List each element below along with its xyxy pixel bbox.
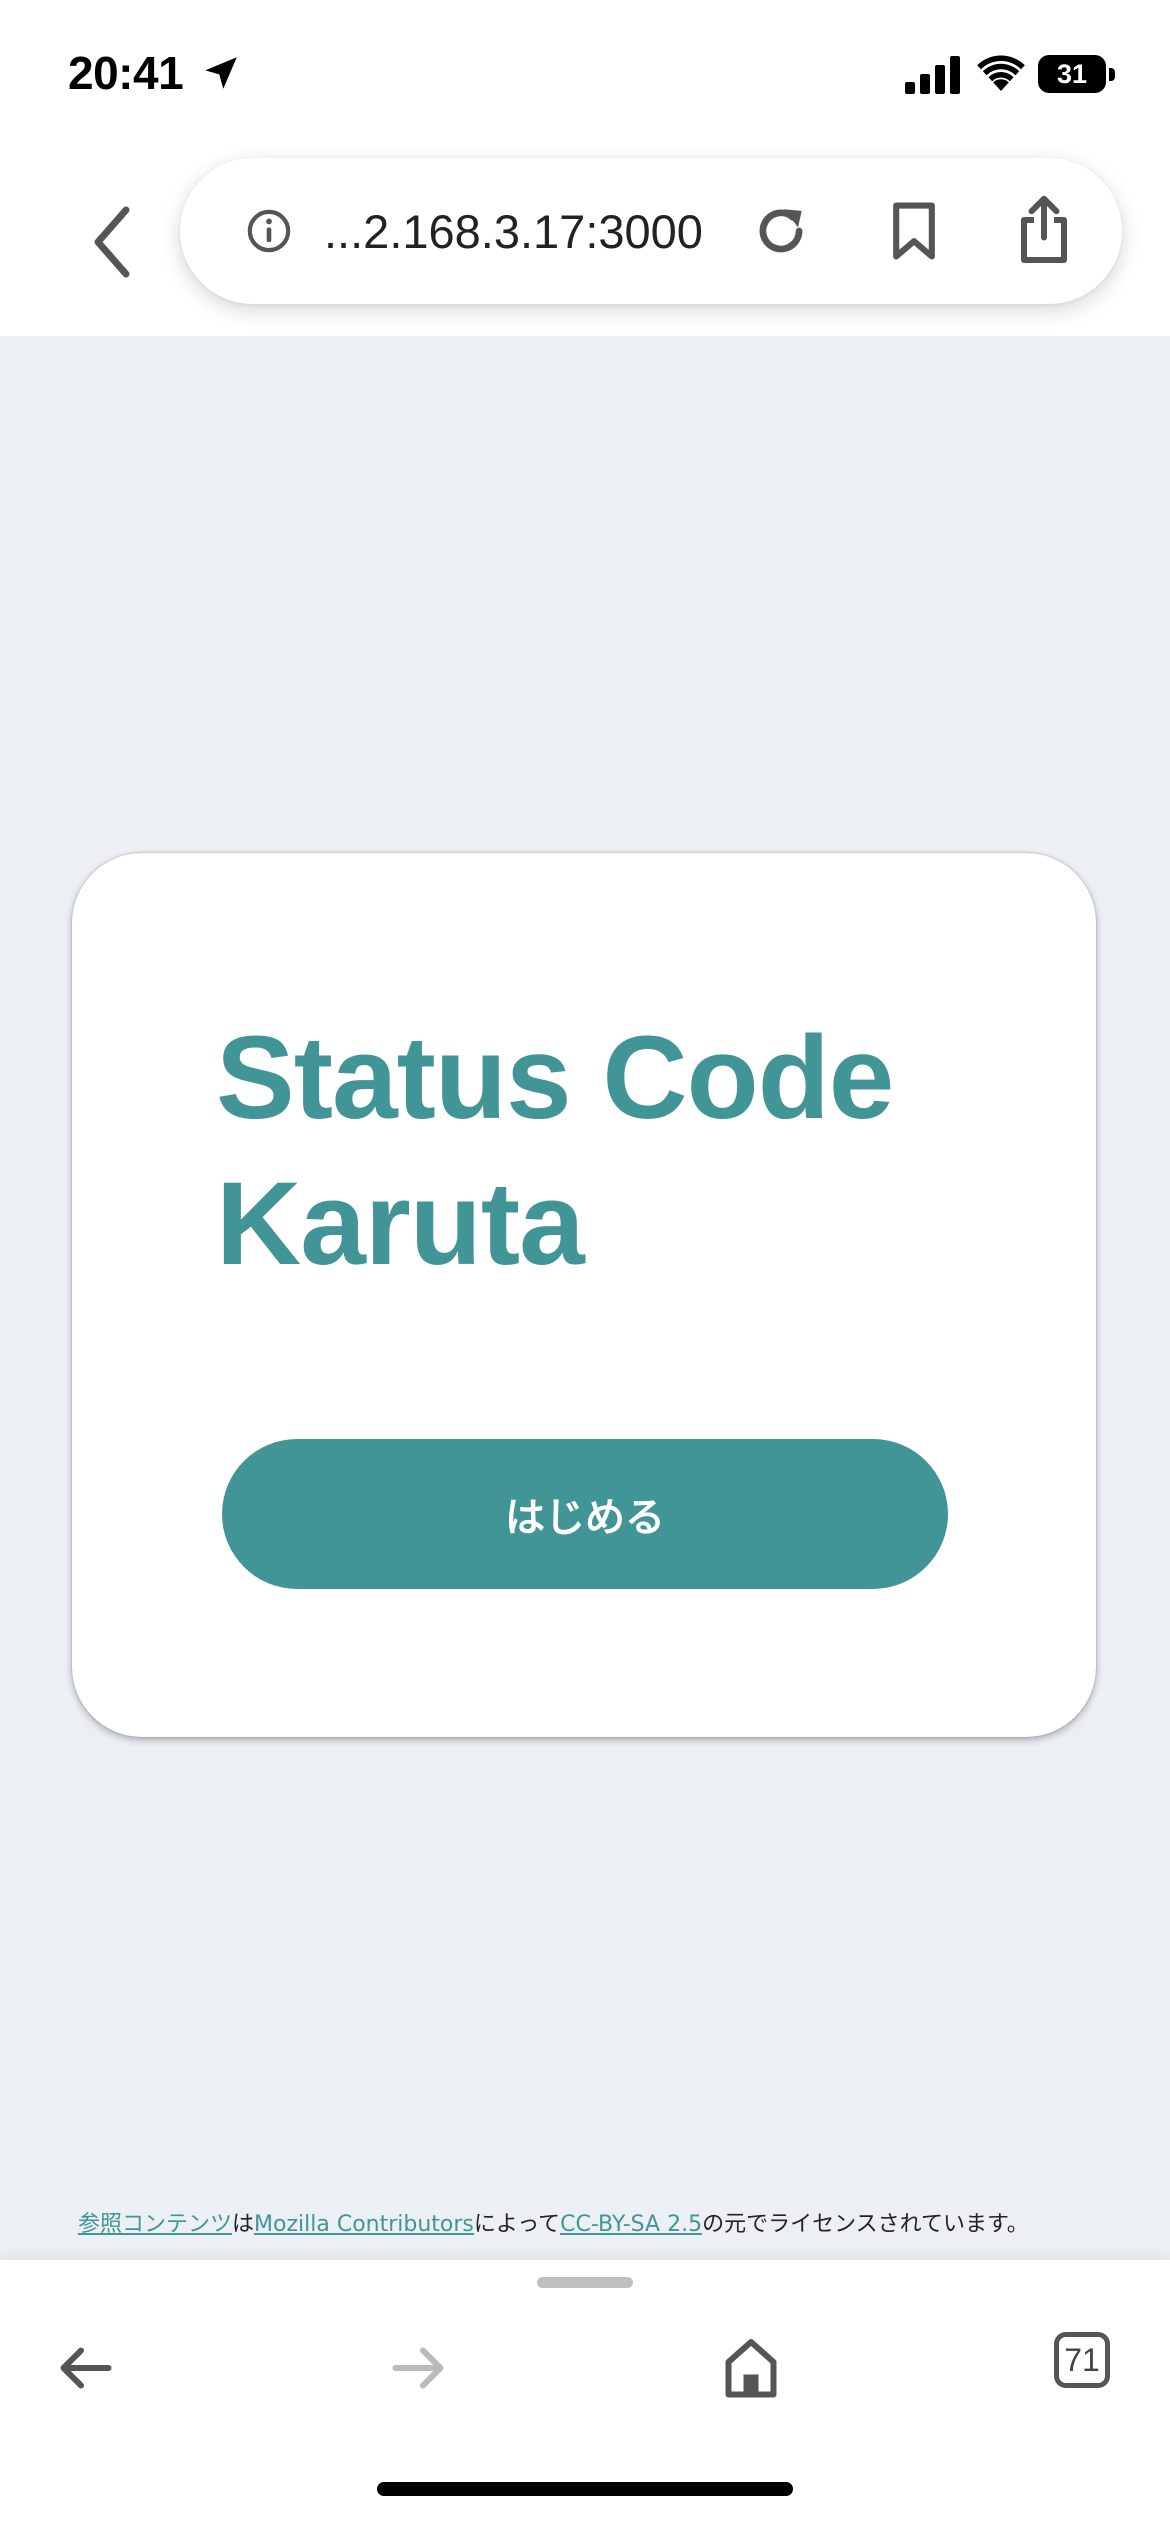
title-card: Status Code Karuta はじめる xyxy=(72,853,1096,1737)
address-bar[interactable]: ...2.168.3.17:3000 xyxy=(180,158,1122,304)
page-title: Status Code Karuta xyxy=(216,1012,894,1290)
status-bar: 20:41 31 xyxy=(0,0,1170,150)
toolbar-grabber[interactable] xyxy=(537,2277,633,2288)
footer-text-by: によって xyxy=(473,2212,561,2237)
home-indicator[interactable] xyxy=(377,2482,793,2496)
browser-top-bar: ...2.168.3.17:3000 xyxy=(0,150,1170,336)
arrow-right-icon[interactable] xyxy=(388,2338,448,2398)
arrow-left-icon[interactable] xyxy=(56,2338,116,2398)
page-viewport: Status Code Karuta はじめる 参照コンテンツはMozilla … xyxy=(0,336,1170,2260)
share-icon[interactable] xyxy=(1014,194,1074,266)
reference-content-link[interactable]: 参照コンテンツ xyxy=(78,2212,232,2237)
battery-icon: 31 xyxy=(1038,55,1116,93)
home-icon[interactable] xyxy=(721,2334,781,2400)
mozilla-contributors-link[interactable]: Mozilla Contributors xyxy=(254,2212,474,2237)
reload-icon[interactable] xyxy=(750,200,812,262)
footer-text-wa: は xyxy=(232,2212,255,2237)
wifi-icon xyxy=(977,55,1025,91)
start-button[interactable]: はじめる xyxy=(222,1439,948,1589)
back-chevron-icon[interactable] xyxy=(82,202,142,282)
battery-level: 31 xyxy=(1056,59,1088,89)
footer-text-tail: の元でライセンスされています。 xyxy=(702,2212,1029,2237)
license-footer: 参照コンテンツはMozilla ContributorsによってCC-BY-SA… xyxy=(78,2206,1118,2238)
battery-nub xyxy=(1109,68,1115,81)
info-icon[interactable] xyxy=(246,208,292,254)
url-text[interactable]: ...2.168.3.17:3000 xyxy=(324,204,703,259)
license-link[interactable]: CC-BY-SA 2.5 xyxy=(560,2212,702,2237)
bookmark-icon[interactable] xyxy=(886,200,942,262)
location-arrow-icon xyxy=(205,57,237,89)
status-time: 20:41 xyxy=(68,47,184,99)
cellular-signal-icon xyxy=(905,56,960,94)
tabs-icon[interactable]: 71 xyxy=(1054,2332,1110,2388)
